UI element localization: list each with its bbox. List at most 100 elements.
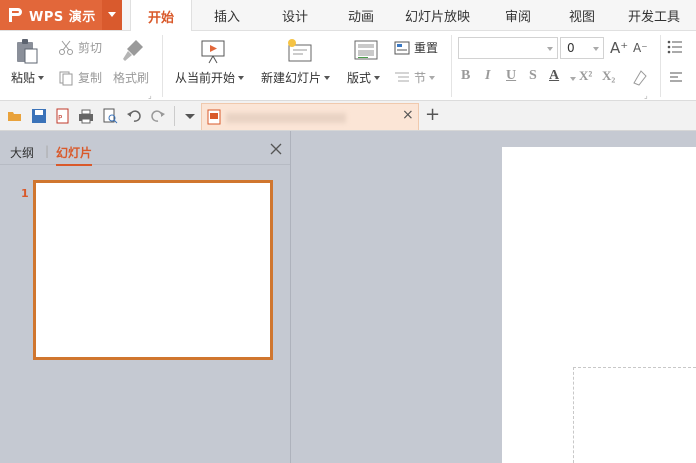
format-painter-label: 格式刷	[113, 71, 150, 85]
superscript-button[interactable]: X²	[579, 68, 592, 84]
ribbon-separator	[162, 35, 163, 97]
section-label: 节	[414, 71, 427, 85]
clipboard-icon	[17, 39, 38, 64]
font-size-combo[interactable]: 0	[560, 37, 604, 59]
clear-format-icon[interactable]	[632, 69, 648, 87]
tab-design[interactable]: 设计	[282, 0, 308, 31]
italic-button[interactable]: I	[485, 68, 490, 84]
ribbon-home: 粘贴 剪切 复制 格式刷 ⌟ 从当前开始 新建幻灯片 版式 重置 节 0 A⁺ …	[0, 31, 696, 101]
section-button[interactable]: 节	[394, 69, 436, 86]
slide-number: 1	[21, 187, 29, 200]
grow-font-button[interactable]: A⁺	[610, 39, 628, 57]
chevron-down-icon[interactable]	[570, 77, 576, 81]
shrink-font-label: A⁻	[633, 41, 648, 55]
chevron-down-icon	[374, 75, 381, 80]
redo-icon[interactable]	[150, 108, 166, 124]
reset-button[interactable]: 重置	[394, 39, 438, 56]
font-size-value: 0	[567, 41, 575, 55]
bullets-icon[interactable]	[667, 40, 683, 54]
dialog-launcher-icon[interactable]: ⌟	[148, 91, 152, 100]
new-slide-icon	[288, 39, 312, 62]
layout-icon	[354, 40, 378, 60]
export-pdf-icon[interactable]: P	[54, 108, 70, 124]
tab-slides[interactable]: 幻灯片	[56, 144, 93, 166]
app-title: WPS 演示	[29, 9, 96, 25]
copy-icon	[59, 71, 73, 85]
chevron-down-icon	[429, 75, 436, 80]
tab-home[interactable]: 开始	[130, 0, 192, 32]
format-painter-button[interactable]: 格式刷	[113, 69, 149, 86]
format-painter-icon-button[interactable]	[120, 37, 146, 63]
font-name-combo[interactable]	[458, 37, 558, 59]
chevron-down-icon	[238, 75, 245, 80]
paste-label: 粘贴	[11, 71, 36, 85]
slide-placeholder[interactable]	[573, 367, 696, 463]
new-slide-button[interactable]: 新建幻灯片	[261, 69, 331, 86]
dialog-launcher-icon[interactable]: ⌟	[644, 91, 648, 100]
ribbon-separator	[660, 35, 661, 97]
new-slide-icon-button[interactable]	[285, 37, 315, 65]
quick-access-toolbar: P	[0, 101, 696, 131]
close-tab-icon[interactable]: ×	[402, 107, 414, 123]
from-current-button[interactable]: 从当前开始	[175, 69, 245, 86]
shrink-font-button[interactable]: A⁻	[633, 41, 648, 55]
chevron-down-icon	[593, 47, 599, 51]
customize-dropdown-icon[interactable]	[182, 108, 198, 124]
document-name-blurred	[226, 113, 346, 123]
close-panel-icon[interactable]	[270, 143, 282, 155]
grow-font-label: A⁺	[610, 39, 629, 57]
tab-animation[interactable]: 动画	[348, 0, 374, 31]
font-color-button[interactable]: A	[549, 68, 559, 84]
reset-icon	[394, 41, 410, 54]
app-menu-button[interactable]: WPS 演示	[0, 0, 122, 30]
layout-icon-button[interactable]	[353, 37, 379, 63]
tab-insert[interactable]: 插入	[214, 0, 240, 31]
tab-outline[interactable]: 大纲	[10, 144, 34, 161]
strikethrough-button[interactable]: S	[529, 68, 537, 84]
ribbon-separator	[451, 35, 452, 97]
slides-panel: 大纲 | 幻灯片 1	[0, 131, 291, 463]
tab-view[interactable]: 视图	[569, 0, 595, 31]
bold-button[interactable]: B	[461, 68, 470, 84]
underline-button[interactable]: U	[506, 68, 516, 84]
copy-button[interactable]: 复制	[58, 69, 102, 86]
layout-label: 版式	[347, 71, 372, 85]
chevron-down-icon	[547, 47, 553, 51]
print-preview-icon[interactable]	[102, 108, 118, 124]
wps-logo-icon	[6, 6, 24, 24]
from-current-label: 从当前开始	[175, 71, 236, 85]
brush-icon	[123, 40, 143, 61]
presentation-file-icon	[207, 109, 221, 125]
slide-thumbnail[interactable]	[33, 180, 273, 360]
tab-review[interactable]: 审阅	[505, 0, 531, 31]
toolbar-separator	[174, 106, 175, 126]
copy-label: 复制	[78, 71, 103, 85]
new-tab-plus-icon[interactable]: +	[425, 104, 440, 125]
tab-slideshow[interactable]: 幻灯片放映	[405, 0, 470, 31]
print-icon[interactable]	[78, 108, 94, 124]
app-menu-arrow-icon[interactable]	[102, 0, 122, 30]
new-slide-label: 新建幻灯片	[261, 71, 322, 85]
scissors-icon	[59, 40, 73, 55]
open-folder-icon[interactable]	[7, 108, 23, 124]
tab-divider: |	[45, 144, 50, 158]
projector-icon	[201, 40, 225, 64]
subscript-button[interactable]: X₂	[602, 68, 615, 84]
cut-button[interactable]: 剪切	[58, 39, 102, 56]
tab-developer[interactable]: 开发工具	[628, 0, 680, 31]
layout-button[interactable]: 版式	[347, 69, 381, 86]
chevron-down-icon	[38, 75, 45, 80]
chevron-down-icon	[324, 75, 331, 80]
align-left-icon[interactable]	[669, 71, 683, 85]
paste-label-button[interactable]: 粘贴	[11, 69, 45, 86]
undo-icon[interactable]	[126, 108, 142, 124]
reset-label: 重置	[414, 41, 439, 55]
paste-button[interactable]	[12, 37, 40, 65]
svg-text:P: P	[58, 114, 62, 122]
from-current-icon-button[interactable]	[199, 37, 227, 65]
menu-tab-bar: WPS 演示 开始 插入 设计 动画 幻灯片放映 审阅 视图 开发工具	[0, 0, 696, 32]
save-icon[interactable]	[31, 108, 47, 124]
section-icon	[395, 72, 409, 81]
panel-header: 大纲 | 幻灯片	[0, 131, 290, 166]
document-tab[interactable]	[201, 103, 419, 130]
